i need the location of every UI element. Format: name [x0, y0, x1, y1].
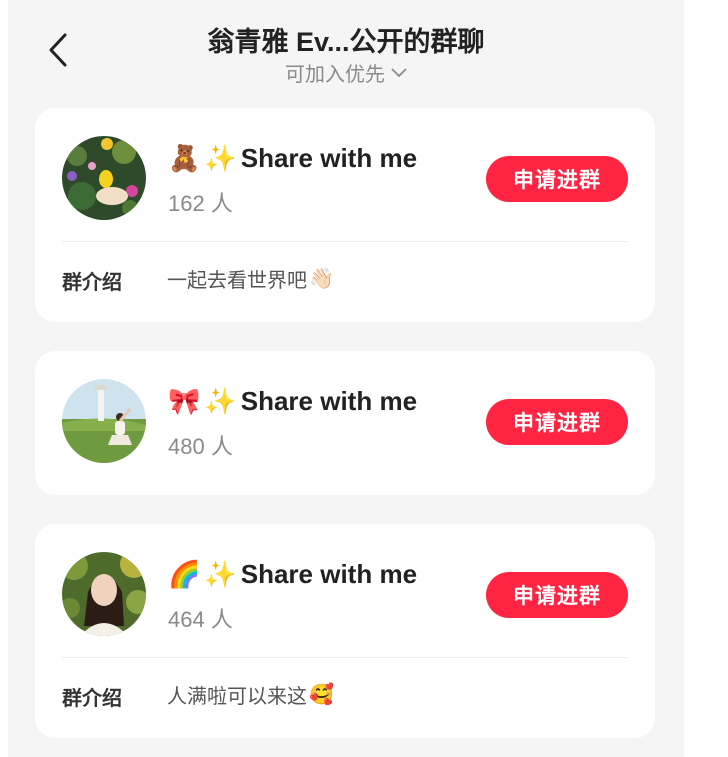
divider [62, 241, 628, 242]
intro-text: 一起去看世界吧 👋🏻 [167, 264, 334, 293]
group-emoji: 🧸 [168, 143, 201, 173]
group-card[interactable]: 🧸 ✨ Share with me 162 人 申请进群 群介绍 一起去看世界吧… [35, 108, 655, 322]
member-count: 480 人 [168, 434, 233, 459]
intro-text: 人满啦可以来这 🥰 [167, 680, 334, 709]
group-emoji: 🎀 [168, 386, 201, 416]
group-name-text: Share with me [240, 558, 418, 589]
sparkle-emoji: ✨ [204, 143, 237, 173]
group-avatar [62, 136, 146, 220]
sort-dropdown[interactable]: 可加入优先 [8, 58, 684, 87]
member-count: 162 人 [168, 191, 233, 216]
group-name: 🎀 ✨ Share with me [168, 381, 417, 421]
intro-label: 群介绍 [62, 688, 122, 710]
chevron-down-icon [391, 67, 407, 77]
divider [62, 657, 628, 658]
intro-text-content: 人满啦可以来这 [167, 686, 307, 708]
wave-emoji: 👋🏻 [309, 268, 334, 290]
group-card[interactable]: 🌈 ✨ Share with me 464 人 申请进群 群介绍 人满啦可以来这… [35, 524, 655, 738]
join-group-button[interactable]: 申请进群 [486, 399, 628, 445]
smiling-hearts-emoji: 🥰 [309, 684, 334, 706]
sparkle-emoji: ✨ [204, 386, 237, 416]
page-title: 翁青雅 Ev...公开的群聊 [207, 27, 485, 57]
group-avatar [62, 379, 146, 463]
intro-text-content: 一起去看世界吧 [167, 270, 307, 292]
sparkle-emoji: ✨ [204, 559, 237, 589]
group-name-text: Share with me [240, 385, 418, 416]
group-avatar [62, 552, 146, 636]
group-card[interactable]: 🎀 ✨ Share with me 480 人 申请进群 [35, 351, 655, 495]
screen: 翁青雅 Ev...公开的群聊 可加入优先 🧸 ✨ Share with me 1… [8, 0, 684, 757]
member-count: 464 人 [168, 607, 233, 632]
group-name: 🧸 ✨ Share with me [168, 138, 417, 178]
group-name: 🌈 ✨ Share with me [168, 554, 417, 594]
intro-label: 群介绍 [62, 272, 122, 294]
group-name-text: Share with me [240, 142, 418, 173]
join-group-button[interactable]: 申请进群 [486, 156, 628, 202]
sort-label: 可加入优先 [285, 64, 385, 86]
join-group-button[interactable]: 申请进群 [486, 572, 628, 618]
group-emoji: 🌈 [168, 559, 201, 589]
